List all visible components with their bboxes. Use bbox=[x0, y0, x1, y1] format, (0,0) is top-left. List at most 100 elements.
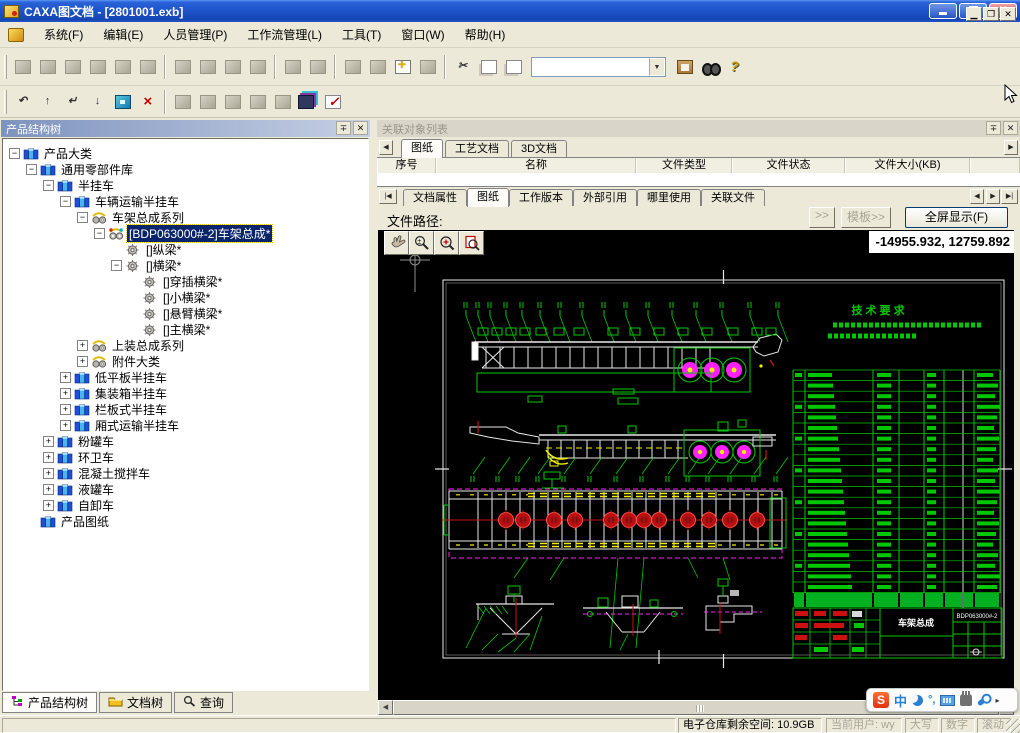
expand-icon[interactable]: + bbox=[43, 468, 54, 479]
detail-tab-关联文件[interactable]: 关联文件 bbox=[701, 189, 765, 206]
menu-workflow[interactable]: 工作流管理(L) bbox=[237, 23, 332, 46]
related-table-body[interactable] bbox=[377, 173, 1020, 187]
detail-tab-文档属性[interactable]: 文档属性 bbox=[403, 189, 467, 206]
collapse-icon[interactable]: − bbox=[9, 148, 20, 159]
expand-icon[interactable]: + bbox=[60, 404, 71, 415]
tree-item[interactable]: −[]穿插横梁* bbox=[128, 273, 224, 289]
collapse-icon[interactable]: − bbox=[43, 180, 54, 191]
ime-softkeyboard-icon[interactable] bbox=[940, 695, 955, 706]
title-bar[interactable]: CAXA图文档 - [2801001.exb] ✕ bbox=[0, 0, 1020, 22]
tab-next-icon[interactable]: ▶ bbox=[986, 189, 1000, 204]
tree-item[interactable]: +厢式运输半挂车 bbox=[60, 417, 181, 433]
copy-multi-button[interactable] bbox=[501, 55, 524, 78]
list-check-button[interactable] bbox=[321, 90, 344, 113]
zoom-inout-button[interactable]: ± bbox=[409, 231, 434, 255]
tree-item[interactable]: +环卫车 bbox=[43, 449, 116, 465]
tree-item[interactable]: −车架总成系列 bbox=[77, 209, 186, 225]
file-out-button[interactable] bbox=[366, 55, 389, 78]
delete-red-button[interactable]: × bbox=[136, 90, 159, 113]
menu-system[interactable]: 系统(F) bbox=[34, 23, 93, 46]
copy-button[interactable] bbox=[476, 55, 499, 78]
doc-tab-工艺文档[interactable]: 工艺文档 bbox=[445, 140, 509, 157]
detail-tab-工作版本[interactable]: 工作版本 bbox=[509, 189, 573, 206]
ime-skin-icon[interactable] bbox=[960, 694, 972, 706]
tree-item[interactable]: +集装箱半挂车 bbox=[60, 385, 169, 401]
tree-item[interactable]: +低平板半挂车 bbox=[60, 369, 169, 385]
unlink-parts-button[interactable] bbox=[86, 55, 109, 78]
tab-scroll-left-icon[interactable]: ◀ bbox=[379, 140, 393, 155]
obj-remove-button[interactable] bbox=[246, 55, 269, 78]
sogou-logo-icon[interactable]: S bbox=[873, 692, 889, 708]
expand-icon[interactable]: + bbox=[43, 436, 54, 447]
detail-tab-外部引用[interactable]: 外部引用 bbox=[573, 189, 637, 206]
obj-add-button[interactable] bbox=[221, 55, 244, 78]
find-button[interactable] bbox=[698, 55, 721, 78]
close-panel-icon[interactable]: ✕ bbox=[1003, 121, 1018, 135]
tree-item[interactable]: −车辆运输半挂车 bbox=[60, 193, 181, 209]
tree-item[interactable]: +液罐车 bbox=[43, 481, 116, 497]
collapse-icon[interactable]: − bbox=[111, 260, 122, 271]
save-as-button[interactable] bbox=[196, 90, 219, 113]
column-header-3[interactable]: 文件状态 bbox=[732, 158, 845, 174]
tree-item[interactable]: +粉罐车 bbox=[43, 433, 116, 449]
fullscreen-button[interactable]: 全屏显示(F) bbox=[905, 207, 1008, 228]
expand-icon[interactable]: + bbox=[77, 340, 88, 351]
menu-help[interactable]: 帮助(H) bbox=[455, 23, 516, 46]
check-in-button[interactable]: ↓ bbox=[86, 90, 109, 113]
mdi-close-button[interactable]: ✕ bbox=[1000, 7, 1016, 21]
collapse-icon[interactable]: − bbox=[94, 228, 105, 239]
expand-icon[interactable]: + bbox=[43, 484, 54, 495]
file-in-button[interactable] bbox=[341, 55, 364, 78]
expand-icon[interactable]: + bbox=[77, 356, 88, 367]
combo-dropdown-icon[interactable]: ▼ bbox=[649, 58, 665, 76]
tree-item[interactable]: −[]纵梁* bbox=[111, 241, 183, 257]
ime-settings-icon[interactable] bbox=[977, 694, 990, 706]
cut-button[interactable]: ✂ bbox=[451, 55, 474, 78]
column-header-0[interactable]: 序号 bbox=[377, 158, 436, 174]
doc-delete-button[interactable] bbox=[36, 55, 59, 78]
sidebar-tab-query[interactable]: 查询 bbox=[174, 692, 233, 713]
product-tree-panel-header[interactable]: 产品结构树 ∓ ✕ bbox=[1, 120, 370, 137]
tree-item[interactable]: +上装总成系列 bbox=[77, 337, 186, 353]
ime-punct-icon[interactable]: °, bbox=[928, 694, 935, 706]
part-add-button[interactable] bbox=[111, 55, 134, 78]
tree-item-selected[interactable]: −[BDP063000#-2]车架总成* bbox=[94, 225, 272, 241]
mdi-minimize-button[interactable]: ▁ bbox=[966, 7, 982, 21]
resize-grip[interactable] bbox=[1006, 719, 1020, 733]
part-remove-button[interactable] bbox=[136, 55, 159, 78]
doc-tab-3D文档[interactable]: 3D文档 bbox=[511, 140, 567, 157]
mdi-restore-button[interactable]: ❐ bbox=[983, 7, 999, 21]
collapse-icon[interactable]: − bbox=[77, 212, 88, 223]
tree-item[interactable]: −半挂车 bbox=[43, 177, 116, 193]
stack-view-button[interactable] bbox=[296, 90, 319, 113]
tree-item[interactable]: −通用零部件库 bbox=[26, 161, 135, 177]
link-parts-button[interactable] bbox=[61, 55, 84, 78]
product-structure-tree[interactable]: −产品大类−通用零部件库−半挂车−车辆运输半挂车−车架总成系列−[BDP0630… bbox=[2, 138, 369, 691]
undo-button[interactable]: ↶ bbox=[11, 90, 34, 113]
tree-item[interactable]: +栏板式半挂车 bbox=[60, 401, 169, 417]
tab-first-icon[interactable]: |◀ bbox=[379, 189, 397, 204]
collapse-icon[interactable]: − bbox=[60, 196, 71, 207]
toolbar-grip[interactable] bbox=[4, 90, 7, 114]
ime-fullhalf-icon[interactable] bbox=[912, 695, 923, 706]
check-out-button[interactable]: ↑ bbox=[36, 90, 59, 113]
browse-view-button[interactable] bbox=[111, 90, 134, 113]
expand-icon[interactable]: + bbox=[43, 452, 54, 463]
column-header-4[interactable]: 文件大小(KB) bbox=[845, 158, 970, 174]
scroll-left-icon[interactable]: ◀ bbox=[378, 700, 393, 715]
collapse-icon[interactable]: − bbox=[26, 164, 37, 175]
menu-personnel[interactable]: 人员管理(P) bbox=[153, 23, 237, 46]
tab-scroll-right-icon[interactable]: ▶ bbox=[1004, 140, 1018, 155]
doc-add-button[interactable] bbox=[11, 55, 34, 78]
batch-out-button[interactable] bbox=[196, 55, 219, 78]
cad-viewport[interactable]: 技 术 要 求车架总成BDP063000#-2 ± -14955.932, 12… bbox=[378, 230, 1014, 700]
menu-edit[interactable]: 编辑(E) bbox=[93, 23, 153, 46]
tree-item[interactable]: −产品图纸 bbox=[26, 513, 111, 529]
detail-tab-图纸[interactable]: 图纸 bbox=[467, 188, 509, 207]
ime-lang-icon[interactable]: 中 bbox=[894, 691, 907, 710]
toolbar-grip[interactable] bbox=[4, 55, 7, 79]
detail-tab-哪里使用[interactable]: 哪里使用 bbox=[637, 189, 701, 206]
paste-button[interactable] bbox=[673, 55, 696, 78]
doc-in-button[interactable] bbox=[246, 90, 269, 113]
doc-edit-button[interactable] bbox=[271, 90, 294, 113]
